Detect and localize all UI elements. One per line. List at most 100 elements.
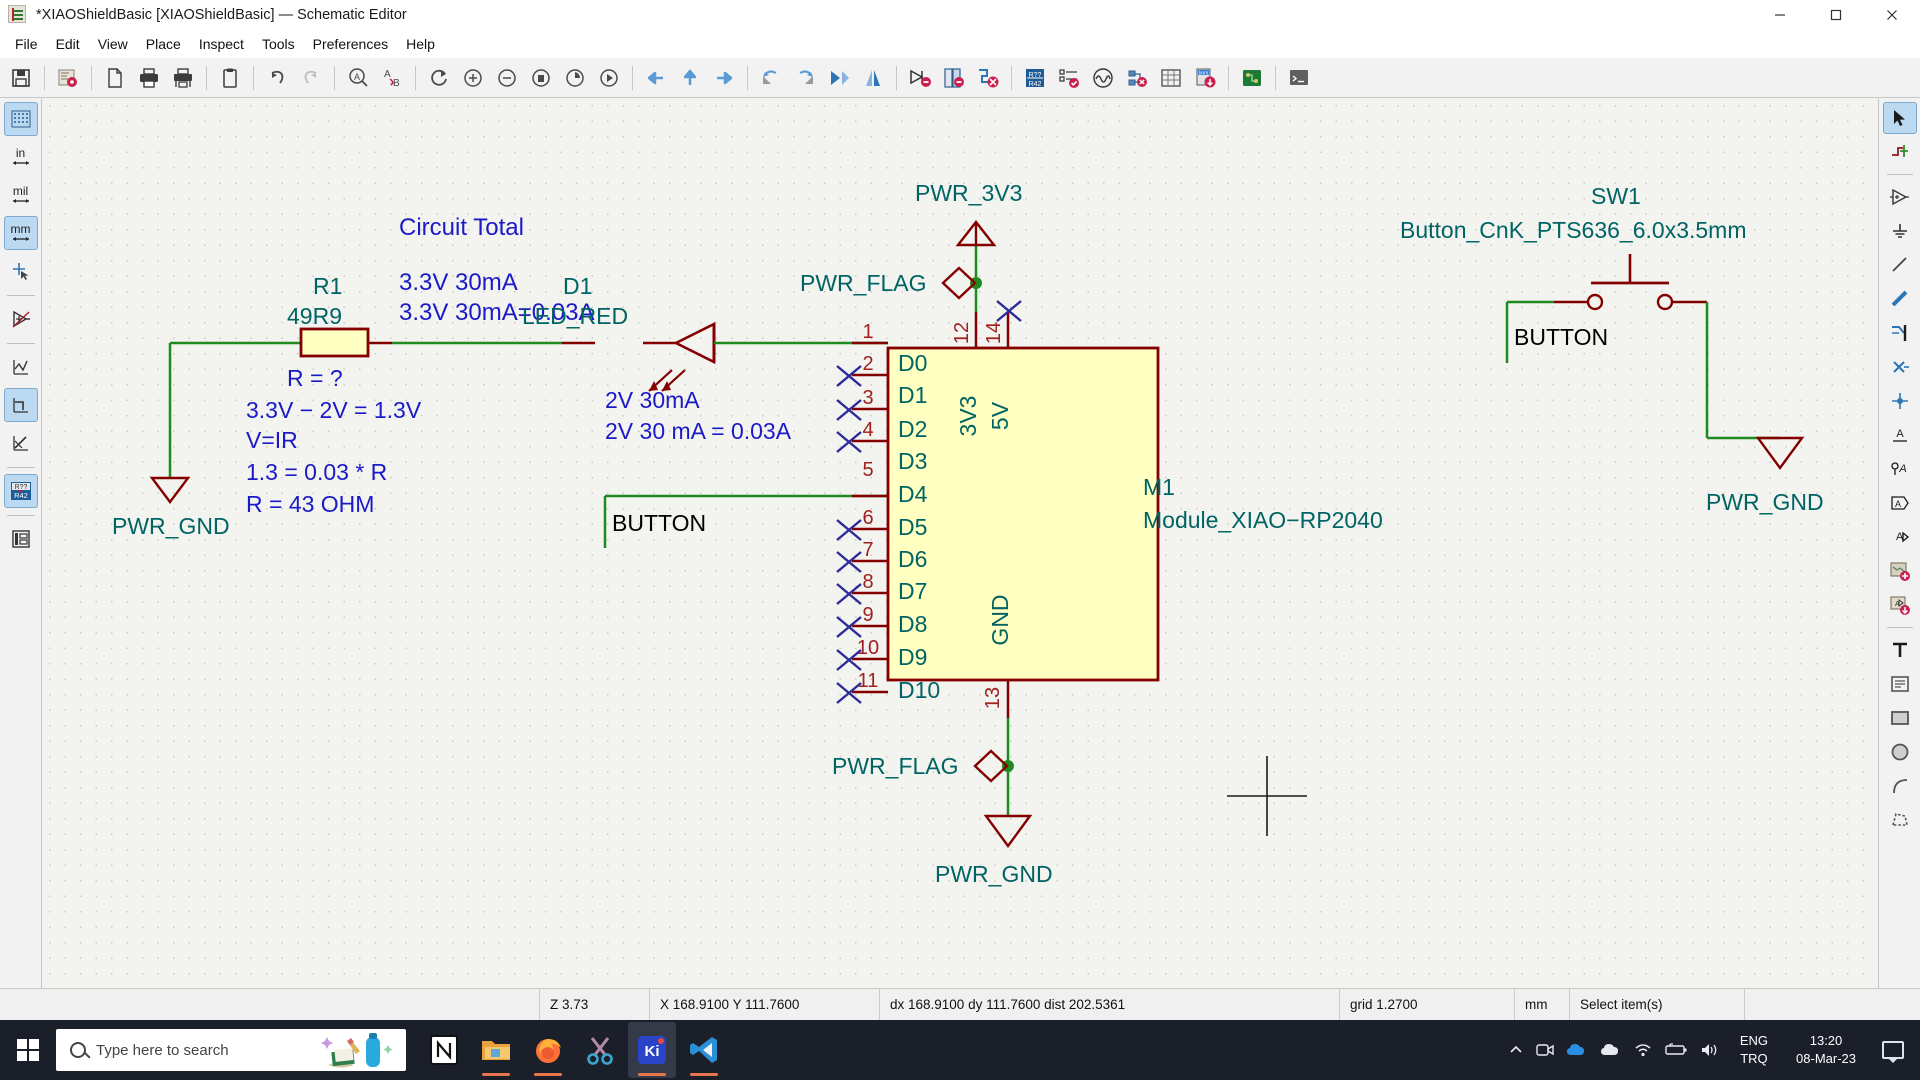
net-label-button-right[interactable]: BUTTON xyxy=(1514,324,1608,350)
save-icon[interactable] xyxy=(4,61,38,95)
junction-icon[interactable] xyxy=(1883,385,1917,417)
schematic-setup-icon[interactable] xyxy=(51,61,85,95)
annotation-overlay-icon[interactable]: R?? R42 xyxy=(3,474,38,508)
wire-to-bus-entry-icon[interactable] xyxy=(1883,317,1917,349)
maximize-button[interactable] xyxy=(1808,0,1864,30)
zoom-in-icon[interactable] xyxy=(456,61,490,95)
clock[interactable]: 13:20 08-Mar-23 xyxy=(1788,1032,1864,1068)
up-sheet-icon[interactable] xyxy=(673,61,707,95)
paste-icon[interactable] xyxy=(213,61,247,95)
notion-app[interactable] xyxy=(420,1022,468,1078)
start-button[interactable] xyxy=(0,1020,56,1080)
onedrive-white-icon[interactable] xyxy=(1600,1042,1622,1058)
wifi-icon[interactable] xyxy=(1634,1042,1652,1058)
invisible-pins-icon[interactable] xyxy=(4,302,38,336)
zoom-out-icon[interactable] xyxy=(490,61,524,95)
netlist-icon[interactable] xyxy=(1120,61,1154,95)
schematic-canvas[interactable]: Circuit Total 3.3V 30mA 3.3V 30mA=0.03A … xyxy=(42,98,1878,988)
units-mm-icon[interactable]: mm xyxy=(3,216,38,250)
minimize-button[interactable] xyxy=(1752,0,1808,30)
toggle-grid-icon[interactable] xyxy=(3,102,38,136)
scripting-console-icon[interactable] xyxy=(1282,61,1316,95)
menu-inspect[interactable]: Inspect xyxy=(190,33,253,55)
symbol-checker-icon[interactable] xyxy=(937,61,971,95)
sw1-terminal-right[interactable] xyxy=(1656,293,1674,311)
mirror-horizontal-icon[interactable] xyxy=(822,61,856,95)
enter-sheet-icon[interactable] xyxy=(707,61,741,95)
d1-triangle[interactable] xyxy=(673,321,716,365)
module-m1-body[interactable] xyxy=(886,346,1160,682)
import-sheet-pin-icon[interactable]: A xyxy=(1883,589,1917,621)
menu-view[interactable]: View xyxy=(89,33,137,55)
net-label-icon[interactable]: A xyxy=(1883,419,1917,451)
language-indicator[interactable]: ENG TRQ xyxy=(1732,1032,1776,1068)
generate-bom-icon[interactable]: bom xyxy=(1188,61,1222,95)
draw-bus-icon[interactable] xyxy=(1883,283,1917,315)
place-power-icon[interactable] xyxy=(1883,215,1917,247)
battery-icon[interactable] xyxy=(1664,1043,1688,1057)
menu-preferences[interactable]: Preferences xyxy=(304,33,397,55)
resistor-r1-body[interactable] xyxy=(299,327,370,358)
notifications-icon[interactable] xyxy=(1882,1041,1904,1063)
status-grid[interactable]: grid 1.2700 xyxy=(1340,988,1515,1021)
rotate-ccw-icon[interactable] xyxy=(754,61,788,95)
kicad-app[interactable]: Ki xyxy=(628,1022,676,1078)
units-mil-icon[interactable]: mil xyxy=(4,178,38,212)
no-connect-flag-icon[interactable] xyxy=(1883,351,1917,383)
zoom-selection-icon[interactable] xyxy=(592,61,626,95)
close-button[interactable] xyxy=(1864,0,1920,30)
power-gnd-left-symbol[interactable] xyxy=(149,476,191,504)
file-explorer-app[interactable] xyxy=(472,1022,520,1078)
add-text-icon[interactable] xyxy=(1883,634,1917,666)
power-gnd-right-symbol[interactable] xyxy=(1755,436,1805,471)
vscode-app[interactable] xyxy=(680,1022,728,1078)
assign-footprints-icon[interactable]: R?? R42 xyxy=(1018,61,1052,95)
search-input[interactable]: Type here to search xyxy=(56,1029,406,1071)
hierarchical-label-icon[interactable]: A xyxy=(1883,487,1917,519)
mirror-vertical-icon[interactable] xyxy=(856,61,890,95)
zoom-fit-icon[interactable] xyxy=(524,61,558,95)
find-replace-icon[interactable]: AB xyxy=(375,61,409,95)
undo-icon[interactable] xyxy=(260,61,294,95)
menu-place[interactable]: Place xyxy=(137,33,190,55)
draw-rectangle-icon[interactable] xyxy=(1883,702,1917,734)
add-textbox-icon[interactable] xyxy=(1883,668,1917,700)
show-hidden-icons-icon[interactable] xyxy=(1508,1042,1524,1058)
menu-tools[interactable]: Tools xyxy=(253,33,304,55)
volume-icon[interactable] xyxy=(1700,1042,1720,1058)
refresh-icon[interactable] xyxy=(422,61,456,95)
full-crosshair-icon[interactable] xyxy=(4,254,38,288)
leave-sheet-icon[interactable] xyxy=(639,61,673,95)
open-pcb-icon[interactable] xyxy=(1235,61,1269,95)
onedrive-blue-icon[interactable] xyxy=(1566,1042,1588,1058)
highlight-net-icon[interactable] xyxy=(1883,136,1917,168)
sheet-pin-icon[interactable]: A xyxy=(1883,521,1917,553)
find-icon[interactable]: A xyxy=(341,61,375,95)
net-label-button-left[interactable]: BUTTON xyxy=(612,510,706,536)
redo-icon[interactable] xyxy=(294,61,328,95)
zoom-objects-icon[interactable] xyxy=(558,61,592,95)
firefox-app[interactable] xyxy=(524,1022,572,1078)
draw-polygon-icon[interactable] xyxy=(1883,804,1917,836)
add-sheet-icon[interactable] xyxy=(1883,555,1917,587)
hierarchy-navigator-icon[interactable] xyxy=(4,522,38,556)
snipping-tool-app[interactable] xyxy=(576,1022,624,1078)
global-label-icon[interactable]: A xyxy=(1883,453,1917,485)
annotate-icon[interactable] xyxy=(903,61,937,95)
free-angle-lines-icon[interactable] xyxy=(4,350,38,384)
sw1-terminal-left[interactable] xyxy=(1586,293,1604,311)
status-units[interactable]: mm xyxy=(1515,988,1570,1021)
edit-symbol-fields-icon[interactable] xyxy=(1052,61,1086,95)
menu-edit[interactable]: Edit xyxy=(47,33,89,55)
draw-wire-icon[interactable] xyxy=(1883,249,1917,281)
menu-file[interactable]: File xyxy=(6,33,47,55)
draw-circle-icon[interactable] xyxy=(1883,736,1917,768)
draw-arc-icon[interactable] xyxy=(1883,770,1917,802)
simulator-icon[interactable] xyxy=(1086,61,1120,95)
camera-icon[interactable] xyxy=(1536,1042,1554,1058)
rotate-cw-icon[interactable] xyxy=(788,61,822,95)
menu-help[interactable]: Help xyxy=(397,33,444,55)
power-gnd-bottom-symbol[interactable] xyxy=(983,814,1033,849)
hv-lines-icon[interactable] xyxy=(3,388,38,422)
erc-icon[interactable] xyxy=(971,61,1005,95)
